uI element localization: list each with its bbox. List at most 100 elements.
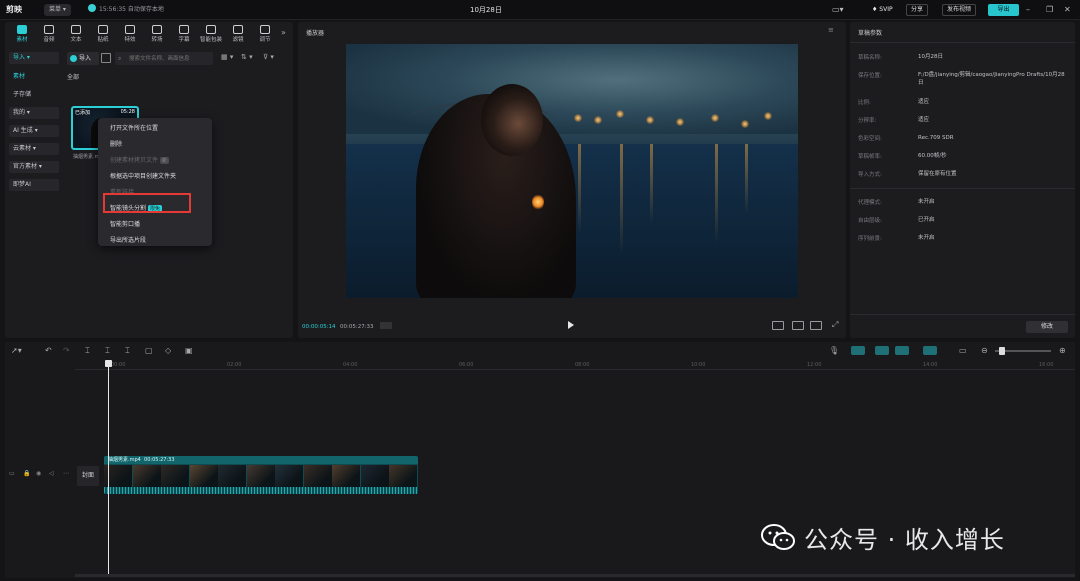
- light-reflection: [578, 144, 581, 234]
- clip-frame: [246, 465, 275, 487]
- property-label: 比例:: [858, 100, 871, 106]
- split-right-icon[interactable]: ⌶: [125, 346, 130, 356]
- sidebar-item-0[interactable]: 导入 ▾: [9, 52, 59, 64]
- timeline-toolbar: ➚▾ ↶ ↷ ⌶ ⌶ ⌶ ▢ ◇ ▣ 🎙 ▭ ⊖ ⊕: [5, 342, 1075, 360]
- tab-5[interactable]: 转场: [144, 22, 170, 44]
- eye-icon[interactable]: ◉: [36, 470, 41, 477]
- autosave-status: 15:56:35 自动保存本地: [88, 4, 164, 16]
- property-value: 未开启: [918, 199, 935, 205]
- microphone-icon[interactable]: 🎙: [829, 346, 839, 356]
- export-button[interactable]: 导出: [988, 4, 1019, 16]
- ruler-tick-label: 06:00: [459, 362, 474, 368]
- ruler-tick-label: 14:00: [923, 362, 938, 368]
- view-mode-icon[interactable]: ▦ ▾: [221, 53, 233, 61]
- property-value: Rec.709 SDR: [918, 135, 954, 141]
- import-button[interactable]: 导入: [67, 52, 99, 65]
- context-menu-item[interactable]: 打开文件所在位置: [110, 123, 158, 132]
- title-bar: 剪映 菜单 ▾ 15:56:35 自动保存本地 10月28日 ▭▾ ♦ SVIP…: [0, 0, 1080, 20]
- sort-icon[interactable]: ⇅ ▾: [241, 53, 253, 61]
- tab-icon: [44, 25, 54, 34]
- menu-button[interactable]: 菜单 ▾: [44, 4, 71, 16]
- zoom-out-icon[interactable]: ⊖: [981, 346, 988, 356]
- split-left-icon[interactable]: ⌶: [105, 346, 110, 356]
- tab-label: 滤镜: [232, 37, 244, 43]
- cover-button[interactable]: 封面: [77, 466, 99, 486]
- tab-4[interactable]: 特效: [117, 22, 143, 44]
- clip-name: 抽烟男素.mp4: [108, 457, 141, 463]
- added-badge: 已添加: [75, 110, 91, 116]
- caption-icon[interactable]: ▭: [959, 346, 967, 356]
- playhead-handle[interactable]: [105, 360, 112, 367]
- tab-1[interactable]: 音频: [36, 22, 62, 44]
- context-menu-item[interactable]: 智能剪口播: [110, 219, 140, 228]
- svip-badge[interactable]: ♦ SVIP: [872, 4, 893, 16]
- search-input[interactable]: [115, 52, 213, 65]
- audio-waveform: [104, 487, 418, 494]
- undo-icon[interactable]: ↶: [45, 346, 52, 356]
- playhead[interactable]: [108, 360, 109, 576]
- tab-label: 素材: [16, 37, 28, 43]
- tab-0[interactable]: 素材: [9, 22, 35, 44]
- tab-2[interactable]: 文本: [63, 22, 89, 44]
- marker-icon[interactable]: ◇: [165, 346, 171, 356]
- tab-6[interactable]: 字幕: [171, 22, 197, 44]
- sidebar-item-7[interactable]: 即梦AI: [9, 179, 59, 191]
- clip-duration: 00:05:27:33: [144, 457, 175, 463]
- filter-icon[interactable]: ⊽ ▾: [263, 53, 274, 61]
- preview-menu-icon[interactable]: ≡: [828, 26, 834, 34]
- select-tool-icon[interactable]: ➚▾: [11, 346, 22, 356]
- sidebar-item-4[interactable]: AI 生成 ▾: [9, 125, 59, 137]
- edit-button[interactable]: 修改: [1026, 321, 1068, 333]
- layout-icon[interactable]: ▭▾: [832, 4, 844, 16]
- minimize-icon[interactable]: –: [1026, 4, 1030, 16]
- auto-rail-toggle[interactable]: [923, 346, 937, 355]
- tab-label: 贴纸: [97, 37, 109, 43]
- crop-icon[interactable]: [792, 321, 804, 330]
- zoom-slider-handle[interactable]: [999, 347, 1005, 355]
- grid-view-icon[interactable]: [101, 53, 111, 63]
- ai-tool-icon[interactable]: ▣: [185, 346, 193, 356]
- sidebar-item-6[interactable]: 官方素材 ▾: [9, 161, 59, 173]
- timecode-toggle[interactable]: [380, 322, 392, 329]
- ratio-icon[interactable]: [810, 321, 822, 330]
- preview-axis-toggle[interactable]: [895, 346, 909, 355]
- context-menu-item[interactable]: 根据选中项目创建文件夹: [110, 171, 176, 180]
- zoom-in-icon[interactable]: ⊕: [1059, 346, 1066, 356]
- context-menu-item[interactable]: 导出所选片段: [110, 235, 146, 244]
- more-icon[interactable]: ⋯: [63, 470, 69, 477]
- split-icon[interactable]: ⌶: [85, 346, 90, 356]
- link-toggle[interactable]: [851, 346, 865, 355]
- timeline-scrollbar[interactable]: [75, 574, 1075, 577]
- fullscreen-preview-icon[interactable]: [772, 321, 784, 330]
- snap-toggle[interactable]: [875, 346, 889, 355]
- context-menu-item[interactable]: 删除: [110, 139, 122, 148]
- sidebar-item-1[interactable]: 素材: [9, 71, 59, 83]
- tab-3[interactable]: 贴纸: [90, 22, 116, 44]
- tab-7[interactable]: 智能包装: [198, 22, 224, 44]
- sidebar-item-5[interactable]: 云素材 ▾: [9, 143, 59, 155]
- track-toggle-icon[interactable]: ▭: [9, 470, 15, 477]
- sidebar-item-2[interactable]: 子存储: [9, 89, 59, 101]
- video-clip[interactable]: 抽烟男素.mp4 00:05:27:33: [104, 456, 418, 494]
- play-icon[interactable]: [568, 321, 574, 329]
- audio-icon[interactable]: ◁: [49, 470, 54, 477]
- wechat-icon: [761, 524, 795, 550]
- tab-8[interactable]: 滤镜: [225, 22, 251, 44]
- close-icon[interactable]: ✕: [1064, 4, 1071, 16]
- sidebar-item-3[interactable]: 我的 ▾: [9, 107, 59, 119]
- highlight-box: [103, 193, 191, 213]
- more-tabs-icon[interactable]: »: [281, 28, 286, 37]
- delete-icon[interactable]: ▢: [145, 346, 153, 356]
- preview-panel: 播放器 ≡ 00:00:05:14 00:05:27:33 ⤢: [298, 22, 846, 338]
- lock-icon[interactable]: 🔒: [23, 470, 30, 477]
- tab-label: 音频: [43, 37, 55, 43]
- clip-frame: [303, 465, 332, 487]
- maximize-icon[interactable]: ❐: [1046, 4, 1053, 16]
- tab-9[interactable]: 调节: [252, 22, 278, 44]
- tab-icon: [17, 25, 27, 34]
- expand-icon[interactable]: ⤢: [832, 320, 838, 330]
- video-frame[interactable]: [346, 44, 798, 298]
- redo-icon[interactable]: ↷: [63, 346, 70, 356]
- publish-button[interactable]: 发布视频: [942, 4, 977, 16]
- share-button[interactable]: 分享: [906, 4, 929, 16]
